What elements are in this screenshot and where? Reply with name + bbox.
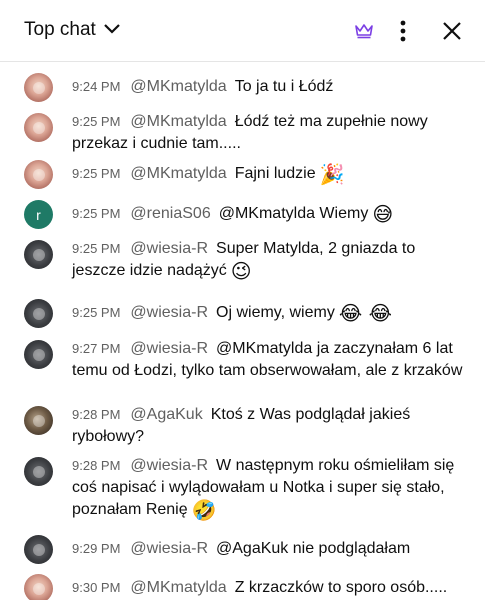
avatar[interactable]	[24, 457, 53, 486]
avatar[interactable]	[24, 160, 53, 189]
message-time: 9:29 PM	[72, 541, 121, 556]
message-text: Z krzaczków to sporo osób.....	[234, 579, 448, 596]
message-body: 9:25 PM @MKmatylda Fajni ludzie 🎉	[72, 163, 467, 185]
avatar-letter: r	[36, 206, 41, 223]
message-text: Łódź też ma zupełnie nowy przekaz i cudn…	[72, 113, 428, 152]
message-text: @AgaKuk nie podglądałam	[216, 540, 411, 557]
message-author[interactable]: @AgaKuk	[130, 406, 202, 423]
avatar[interactable]	[24, 299, 53, 328]
grinning-sweat-emoji: 😅	[372, 202, 394, 226]
close-icon[interactable]	[439, 18, 465, 44]
avatar[interactable]	[24, 574, 53, 600]
message-author[interactable]: @MKmatylda	[130, 165, 226, 182]
avatar[interactable]	[24, 73, 53, 102]
message-text: Fajni ludzie	[234, 165, 316, 182]
message-author[interactable]: @wiesia-R	[130, 304, 208, 321]
message-author[interactable]: @wiesia-R	[130, 340, 208, 357]
message-body: 9:29 PM @wiesia-R @AgaKuk nie podglądałam	[72, 538, 467, 560]
message-time: 9:30 PM	[72, 580, 121, 595]
message-body: 9:24 PM @MKmatylda To ja tu i Łódź	[72, 76, 467, 98]
message-author[interactable]: @MKmatylda	[130, 78, 226, 95]
message-body: 9:25 PM @reniaS06 @MKmatylda Wiemy 😅	[72, 203, 467, 225]
chat-header: Top chat	[0, 0, 485, 62]
avatar[interactable]	[24, 340, 53, 369]
avatar[interactable]	[24, 535, 53, 564]
message-author[interactable]: @wiesia-R	[130, 457, 208, 474]
chat-message-list[interactable]: 9:24 PM @MKmatylda To ja tu i Łódź 9:25 PM…	[0, 62, 485, 600]
message-body: 9:25 PM @wiesia-R Oj wiemy, wiemy 😂 😂	[72, 302, 467, 324]
rolling-laughing-emoji: 🤣	[191, 498, 217, 522]
avatar[interactable]: r	[24, 200, 53, 229]
top-chat-dropdown[interactable]: Top chat	[24, 19, 121, 41]
message-body: 9:28 PM @AgaKuk Ktoś z Was podglądał jakie…	[72, 404, 467, 448]
message-body: 9:27 PM @wiesia-R @MKmatylda ja zaczynałam…	[72, 338, 467, 382]
crown-icon[interactable]	[351, 18, 377, 44]
winking-face-emoji: 😉	[230, 259, 252, 283]
message-author[interactable]: @MKmatylda	[130, 579, 226, 596]
message-text: Ktoś z Was podglądał jakieś rybołowy?	[72, 406, 411, 445]
message-text: Oj wiemy, wiemy	[216, 304, 335, 321]
message-text: @MKmatylda Wiemy	[218, 205, 369, 222]
message-time: 9:25 PM	[72, 305, 121, 320]
message-time: 9:25 PM	[72, 166, 121, 181]
avatar[interactable]	[24, 113, 53, 142]
message-time: 9:28 PM	[72, 407, 121, 422]
message-text: To ja tu i Łódź	[234, 78, 334, 95]
message-time: 9:28 PM	[72, 458, 121, 473]
message-body: 9:25 PM @MKmatylda Łódź też ma zupełnie no…	[72, 111, 467, 155]
chevron-down-icon	[103, 22, 121, 40]
avatar[interactable]	[24, 240, 53, 269]
message-time: 9:25 PM	[72, 114, 121, 129]
more-vert-icon[interactable]	[390, 18, 416, 44]
avatar[interactable]	[24, 406, 53, 435]
message-author[interactable]: @MKmatylda	[130, 113, 226, 130]
message-body: 9:25 PM @wiesia-R Super Matylda, 2 gniazda…	[72, 238, 467, 282]
message-body: 9:28 PM @wiesia-R W następnym roku ośmieli…	[72, 455, 467, 521]
message-author[interactable]: @wiesia-R	[130, 540, 208, 557]
message-time: 9:24 PM	[72, 79, 121, 94]
party-popper-emoji: 🎉	[319, 162, 345, 186]
chat-mode-title: Top chat	[24, 19, 96, 40]
message-time: 9:25 PM	[72, 241, 121, 256]
message-time: 9:27 PM	[72, 341, 121, 356]
message-author[interactable]: @reniaS06	[130, 205, 210, 222]
message-author[interactable]: @wiesia-R	[130, 240, 208, 257]
message-body: 9:30 PM @MKmatylda Z krzaczków to sporo os…	[72, 577, 467, 599]
message-time: 9:25 PM	[72, 206, 121, 221]
tears-of-joy-emoji: 😂 😂	[338, 301, 392, 325]
